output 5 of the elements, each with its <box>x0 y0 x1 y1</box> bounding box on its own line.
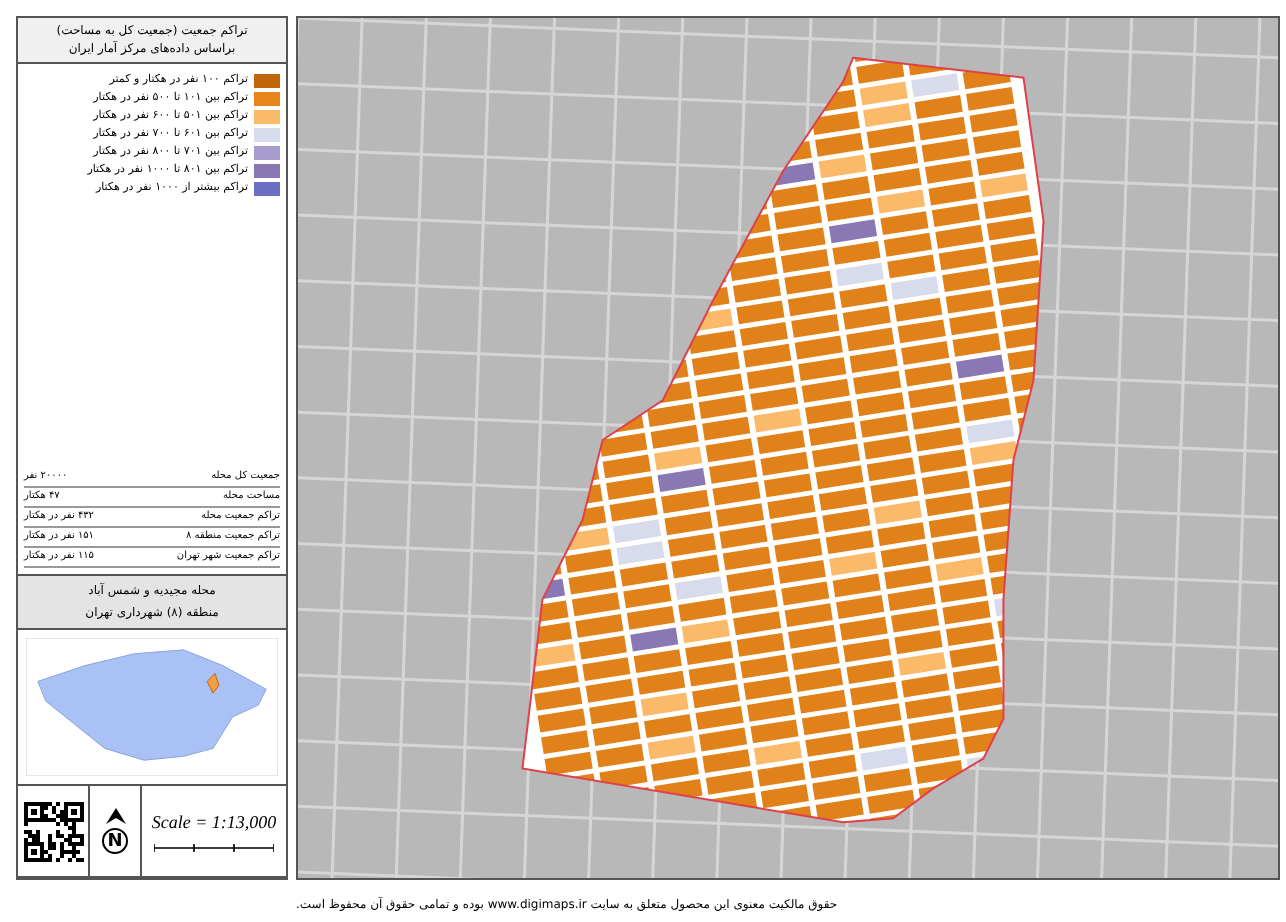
map-scale: Scale = 1:13,000 <box>151 809 277 836</box>
north-label: N <box>102 828 128 854</box>
qr-code-icon <box>23 801 83 861</box>
north-arrow-icon <box>103 808 127 828</box>
scale-bar-icon <box>154 844 274 853</box>
